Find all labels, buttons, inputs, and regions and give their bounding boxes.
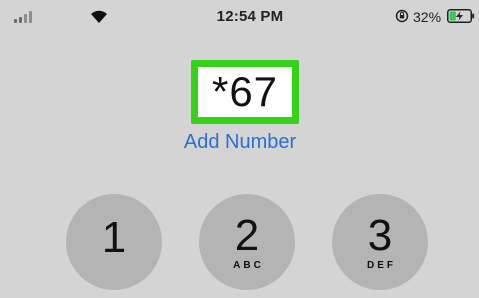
key-digit: 1 <box>101 213 127 262</box>
keypad-key-2[interactable]: 2 ABC <box>199 194 295 290</box>
status-time: 12:54 PM <box>216 8 284 25</box>
cellular-signal-icon <box>14 11 36 23</box>
key-digit: 3 <box>367 211 393 260</box>
key-letters: DEF <box>367 260 396 271</box>
keypad-key-1[interactable]: 1 <box>66 194 162 290</box>
orientation-lock-icon <box>395 9 409 23</box>
battery-charging-icon <box>447 9 475 23</box>
wifi-icon <box>91 10 107 23</box>
key-letters: ABC <box>233 260 264 271</box>
battery-percentage: 32% <box>413 9 442 25</box>
key-digit: 2 <box>234 211 260 260</box>
add-number-button[interactable]: Add Number <box>150 131 330 154</box>
dialed-number-display: *67 <box>198 67 292 117</box>
keypad-key-3[interactable]: 3 DEF <box>332 194 428 290</box>
status-bar: 12:54 PM 32% <box>0 0 479 34</box>
